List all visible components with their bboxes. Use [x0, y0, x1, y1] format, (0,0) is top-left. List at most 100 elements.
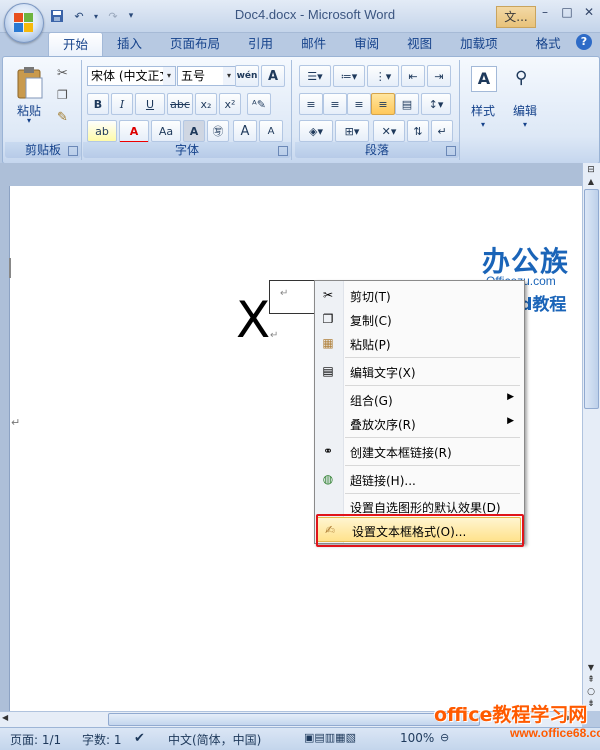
submenu-arrow-icon: ▶ — [507, 416, 514, 426]
binoculars-icon: ⚲ — [515, 68, 528, 88]
styles-group[interactable]: A 样式 ▾ — [463, 60, 503, 160]
underline-button[interactable]: U — [135, 93, 165, 115]
chevron-down-icon[interactable]: ▾ — [223, 67, 235, 85]
scroll-down-icon[interactable]: ▼ — [584, 663, 598, 673]
view-buttons[interactable]: ▣▤▥▦▧ — [304, 731, 356, 744]
horizontal-scroll-thumb[interactable] — [108, 713, 480, 726]
phonetic-guide-button[interactable]: wén — [235, 65, 259, 87]
paste-dropdown-icon[interactable]: ▾ — [11, 116, 47, 125]
tab-format[interactable]: 格式 — [512, 32, 585, 56]
word-count[interactable]: 字数: 1 — [82, 731, 122, 748]
menu-item-paste[interactable]: ▦ 粘贴(P) — [315, 331, 522, 355]
subscript-button[interactable]: x₂ — [195, 93, 217, 115]
tab-home[interactable]: 开始 — [48, 32, 104, 57]
help-icon[interactable]: ? — [576, 34, 592, 50]
ruler-toggle-icon[interactable]: ⊟ — [584, 165, 598, 177]
menu-item-edit-text[interactable]: ▤ 编辑文字(X) — [315, 359, 522, 383]
tab-insert[interactable]: 插入 — [103, 32, 156, 56]
zoom-out-icon[interactable]: ⊖ — [440, 731, 449, 744]
menu-separator — [345, 465, 520, 466]
undo-dropdown-icon[interactable]: ▾ — [92, 7, 100, 25]
menu-item-label: 叠放次序(R) — [350, 418, 416, 432]
clear-format-icon[interactable]: ᴬ✎ — [247, 93, 271, 115]
tab-addins[interactable]: 加载项 — [446, 32, 512, 56]
vertical-scroll-thumb[interactable] — [584, 189, 599, 409]
clipboard-launcher-icon[interactable] — [68, 146, 78, 156]
numbering-icon[interactable]: ≔▾ — [333, 65, 365, 87]
maximize-button[interactable]: □ — [556, 3, 578, 21]
tab-review[interactable]: 审阅 — [340, 32, 393, 56]
highlight-button[interactable]: ab — [87, 120, 117, 142]
window-title: Doc4.docx - Microsoft Word — [234, 7, 396, 22]
menu-item-order[interactable]: 叠放次序(R) ▶ — [315, 411, 522, 435]
context-menu: ✂ 剪切(T) ❐ 复制(C) ▦ 粘贴(P) ▤ 编辑文字(X) 组合(G) … — [314, 280, 525, 544]
decrease-indent-icon[interactable]: ⇤ — [401, 65, 425, 87]
grow-font-button[interactable]: A — [233, 120, 257, 142]
chinese-layout-icon[interactable]: ✕▾ — [373, 120, 405, 142]
font-size-combo[interactable]: 五号 ▾ — [177, 66, 236, 86]
chevron-down-icon[interactable]: ▾ — [163, 67, 175, 85]
char-shading-icon[interactable]: A — [183, 120, 205, 142]
styles-icon: A — [471, 66, 497, 92]
increase-indent-icon[interactable]: ⇥ — [427, 65, 451, 87]
shading-icon[interactable]: ◈▾ — [299, 120, 333, 142]
paragraph-launcher-icon[interactable] — [446, 146, 456, 156]
office-button[interactable] — [4, 3, 44, 43]
copy-icon[interactable]: ❐ — [57, 88, 68, 102]
close-button[interactable]: ✕ — [578, 3, 600, 21]
editing-label: 编辑 — [512, 104, 537, 118]
customize-qat-icon[interactable]: ▾ — [126, 7, 136, 25]
change-case-button[interactable]: Aa — [151, 120, 181, 142]
menu-item-cut[interactable]: ✂ 剪切(T) — [315, 283, 522, 307]
format-painter-icon[interactable]: ✎ — [57, 110, 68, 125]
strikethrough-button[interactable]: abc — [167, 93, 193, 115]
align-right-icon[interactable]: ≡ — [347, 93, 371, 115]
italic-button[interactable]: I — [111, 93, 133, 115]
enclose-char-icon[interactable]: ㊢ — [207, 120, 229, 142]
bold-button[interactable]: B — [87, 93, 109, 115]
superscript-button[interactable]: x² — [219, 93, 241, 115]
line-spacing-icon[interactable]: ↕▾ — [421, 93, 451, 115]
bullets-icon[interactable]: ☰▾ — [299, 65, 331, 87]
scroll-up-icon[interactable]: ▲ — [584, 177, 598, 187]
distribute-icon[interactable]: ▤ — [395, 93, 419, 115]
scroll-left-icon[interactable]: ◀ — [2, 713, 14, 724]
shrink-font-button[interactable]: A — [259, 120, 283, 142]
menu-item-create-textbox-link[interactable]: ⚭ 创建文本框链接(R) — [315, 439, 522, 463]
tab-page-layout[interactable]: 页面布局 — [156, 32, 234, 56]
font-color-button[interactable]: A — [119, 120, 149, 144]
office-logo-icon — [14, 13, 34, 33]
char-border-button[interactable]: A — [261, 65, 285, 87]
cut-icon[interactable]: ✂ — [57, 66, 68, 81]
text-box[interactable]: ↵ — [269, 280, 317, 314]
document-text[interactable]: X — [236, 292, 270, 348]
multilevel-list-icon[interactable]: ⋮▾ — [367, 65, 399, 87]
menu-item-hyperlink[interactable]: ◍ 超链接(H)... — [315, 467, 522, 491]
minimize-button[interactable]: – — [534, 3, 556, 21]
select-browse-object-icon[interactable]: ○ — [584, 687, 598, 697]
show-marks-icon[interactable]: ↵ — [431, 120, 453, 142]
tab-view[interactable]: 视图 — [393, 32, 446, 56]
align-left-icon[interactable]: ≡ — [299, 93, 323, 115]
tab-mailings[interactable]: 邮件 — [287, 32, 340, 56]
language[interactable]: 中文(简体，中国) — [168, 731, 261, 748]
undo-icon[interactable]: ↶ — [70, 7, 88, 25]
redo-icon[interactable]: ↷ — [104, 7, 122, 25]
tab-references[interactable]: 引用 — [234, 32, 287, 56]
editing-group[interactable]: ⚲ 编辑 ▾ — [505, 60, 545, 160]
menu-item-copy[interactable]: ❐ 复制(C) — [315, 307, 522, 331]
proofing-icon[interactable]: ✔ — [134, 731, 145, 746]
align-center-icon[interactable]: ≡ — [323, 93, 347, 115]
sort-icon[interactable]: ⇅ — [407, 120, 429, 142]
zoom-level[interactable]: 100% — [400, 731, 434, 745]
justify-icon[interactable]: ≡ — [371, 93, 395, 115]
font-name-combo[interactable]: 宋体 (中文正文 ▾ — [87, 66, 176, 86]
save-icon[interactable] — [48, 7, 66, 25]
font-launcher-icon[interactable] — [278, 146, 288, 156]
page-count[interactable]: 页面: 1/1 — [10, 731, 61, 748]
menu-separator — [345, 357, 520, 358]
previous-page-icon[interactable]: ⇞ — [584, 675, 598, 685]
paste-icon[interactable] — [15, 66, 45, 100]
borders-icon[interactable]: ⊞▾ — [335, 120, 369, 142]
menu-item-group[interactable]: 组合(G) ▶ — [315, 387, 522, 411]
